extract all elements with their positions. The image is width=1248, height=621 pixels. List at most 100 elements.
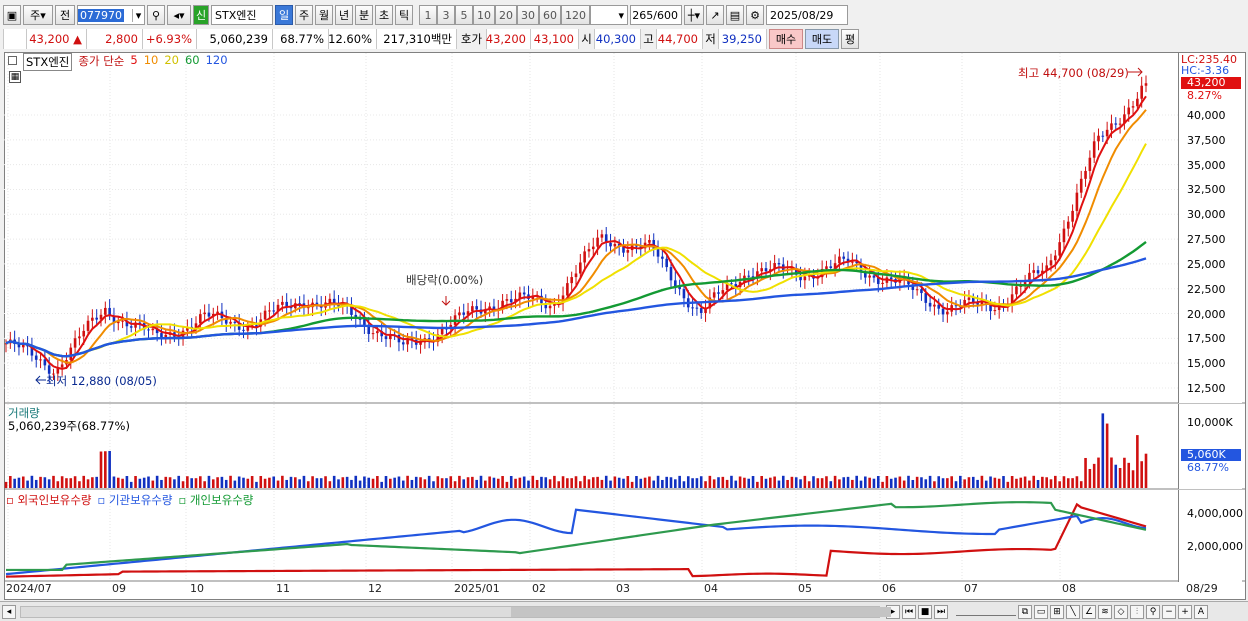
volume-bar-120 [522,476,526,488]
volume-bar-140 [609,480,612,488]
price-tick-40000: 40,000 [1187,109,1226,122]
candle-body-213 [924,293,928,303]
line-tool-icon[interactable]: ╲ [1066,604,1080,619]
volume-bar-46 [203,481,206,488]
legend-ma60[interactable]: 60 [185,53,200,71]
volume-bar-245 [1062,476,1066,488]
holdings-tick-2m: 2,000,000 [1187,540,1243,553]
volume-bar-21 [95,476,98,488]
candle-body-144 [626,250,630,253]
legend-ma20[interactable]: 20 [164,53,179,71]
candle-body-257 [1114,123,1118,125]
scroll-thumb[interactable] [511,606,891,617]
volume-bar-139 [604,475,608,488]
volume-bar-234 [1015,478,1018,488]
x-label-11: 07 [964,582,978,595]
volume-bar-28 [125,476,129,488]
zoom-in-icon[interactable]: + [1178,604,1192,619]
bottom-scrollbar[interactable]: ◂ ▸ ⏮ ■ ⏭ ⧉ ▭ ⊞ ╲ ∠ ≋ ◇ ⫶ ⚲ − + A [0,601,1248,621]
volume-bar-204 [885,476,889,488]
zoom-out-icon[interactable]: − [1162,604,1176,619]
volume-bar-10 [47,479,51,488]
volume-bar-136 [591,477,595,488]
legend-ma5[interactable]: 5 [130,53,137,71]
legend-individual[interactable]: ▫ 개인보유수량 [178,492,253,508]
volume-bar-264 [1144,453,1148,488]
legend-ma10[interactable]: 10 [144,53,159,71]
volume-value-label: 5,060,239주(68.77%) [8,419,130,433]
candle-body-185 [803,276,807,281]
x-label-10: 06 [882,582,896,595]
holdings-axis: 4,000,000 2,000,000 [1178,490,1243,582]
candle-body-108 [471,306,474,312]
data-table-icon[interactable]: ▦ [9,71,21,83]
volume-bar-108 [471,476,474,488]
volume-bar-123 [535,479,539,488]
volume-bar-137 [596,476,599,488]
x-label-2: 10 [190,582,204,595]
legend-institution[interactable]: ▫ 기관보유수량 [98,492,173,508]
volume-bar-164 [712,479,716,488]
scroll-left-icon[interactable]: ◂ [2,604,16,619]
candle-body-52 [229,321,232,324]
x-label-6: 02 [532,582,546,595]
volume-bar-110 [479,475,483,488]
legend-box-icon[interactable] [8,56,17,65]
volume-bar-35 [155,475,159,488]
zoom-slider[interactable] [956,608,1016,616]
zoom-icon[interactable]: ⚲ [1146,604,1160,619]
candle-body-193 [838,256,841,264]
candle-body-84 [367,326,371,334]
candle-body-132 [574,273,578,278]
candle-body-36 [160,333,163,338]
candle-body-29 [129,326,133,328]
fib-tool-icon[interactable]: ≋ [1098,604,1112,619]
volume-bar-39 [173,479,176,488]
shape-tool-icon[interactable]: ◇ [1114,604,1128,619]
scroll-track[interactable] [20,605,891,618]
volume-bar-51 [224,479,228,488]
volume-bar-258 [1118,467,1122,488]
candle-body-239 [1036,270,1040,274]
window-icon[interactable]: ▭ [1034,604,1048,619]
volume-bar-175 [760,476,763,488]
chart-canvas[interactable] [0,0,1248,621]
volume-bar-99 [432,481,435,488]
volume-bar-85 [371,478,375,488]
volume-bar-18 [82,475,86,488]
stop-icon[interactable]: ■ [918,604,932,619]
volume-bar-166 [721,476,725,488]
legend-ma120[interactable]: 120 [206,53,228,71]
volume-bar-173 [751,476,755,488]
font-size-icon[interactable]: A [1194,604,1208,619]
legend-foreign[interactable]: ▫ 외국인보유수량 [6,492,92,508]
price-tick-37500: 37,500 [1187,133,1226,147]
angle-tool-icon[interactable]: ∠ [1082,604,1096,619]
candle-body-194 [842,256,846,259]
candle-body-212 [920,289,923,294]
volume-bar-210 [911,479,915,488]
candle-body-242 [1049,260,1053,266]
volume-bar-181 [786,479,789,488]
volume-bar-71 [311,476,314,488]
candle-body-249 [1079,178,1083,193]
volume-bar-23 [104,451,107,488]
volume-bar-91 [397,476,401,488]
volume-bar-81 [354,475,358,488]
candle-body-203 [881,282,884,284]
volume-bar-163 [708,475,712,488]
legend-ma-title: 종가 단순 [78,54,125,68]
volume-bar-202 [876,476,880,488]
first-page-icon[interactable]: ⏮ [902,604,916,619]
candle-body-218 [946,311,949,315]
volume-bar-246 [1066,478,1070,488]
copy-icon[interactable]: ⧉ [1018,604,1032,619]
grid-icon[interactable]: ⊞ [1050,604,1064,619]
volume-bar-131 [570,478,573,488]
next-page-icon[interactable]: ⏭ [934,604,948,619]
volume-bar-263 [1140,461,1143,488]
candle-body-190 [825,266,828,269]
chart-type-icon[interactable]: ⫶ [1130,604,1144,619]
candle-body-151 [656,249,660,257]
candle-body-109 [475,306,478,310]
